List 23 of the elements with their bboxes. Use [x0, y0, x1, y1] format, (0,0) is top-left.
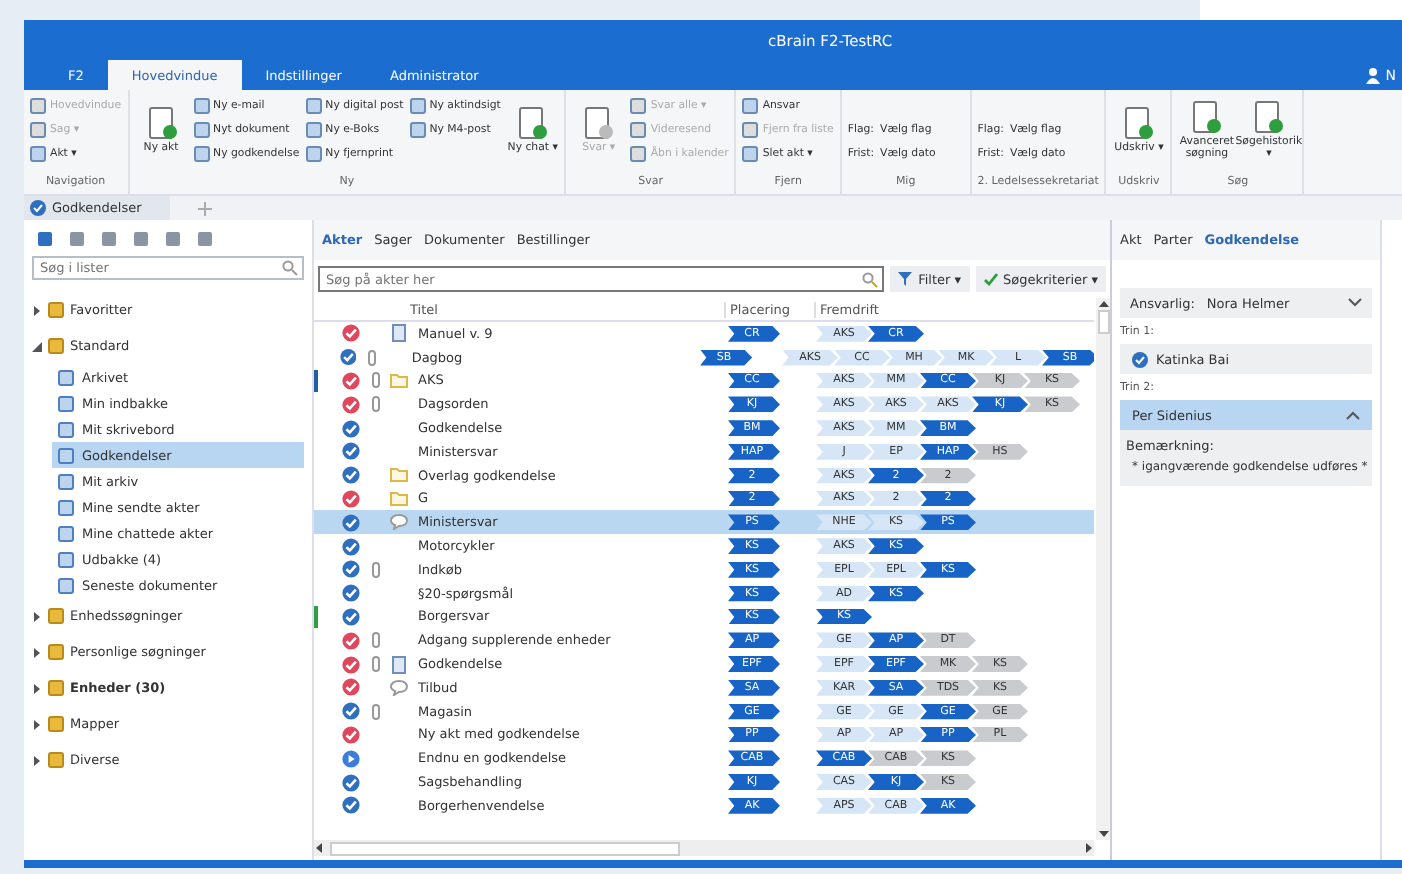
- scroll-right-icon[interactable]: [1082, 842, 1094, 854]
- expand-arrow-icon[interactable]: [32, 611, 42, 621]
- user-icon: [1365, 68, 1380, 84]
- scroll-down-icon[interactable]: [1097, 828, 1109, 840]
- expand-arrow-icon[interactable]: [32, 755, 42, 765]
- expand-arrow-icon[interactable]: [32, 683, 42, 693]
- search-icon: [862, 271, 879, 287]
- chevron-down-icon: [1348, 298, 1362, 308]
- expand-arrow-icon[interactable]: [32, 341, 42, 351]
- chevron-up-icon: [1346, 410, 1360, 420]
- filter-icon: [898, 272, 913, 286]
- expand-arrow-icon[interactable]: [32, 719, 42, 729]
- search-icon: [282, 260, 298, 276]
- check-icon: [30, 200, 46, 216]
- speech-bubble-icon: [390, 514, 408, 531]
- folder-icon: [390, 373, 408, 388]
- check-icon: [983, 272, 997, 286]
- speech-bubble-icon: [390, 679, 408, 696]
- scroll-left-icon[interactable]: [314, 842, 326, 854]
- scrollbar-thumb[interactable]: [330, 841, 680, 855]
- expand-arrow-icon[interactable]: [32, 305, 42, 315]
- expand-arrow-icon[interactable]: [32, 647, 42, 657]
- scrollbar-thumb[interactable]: [1097, 310, 1109, 334]
